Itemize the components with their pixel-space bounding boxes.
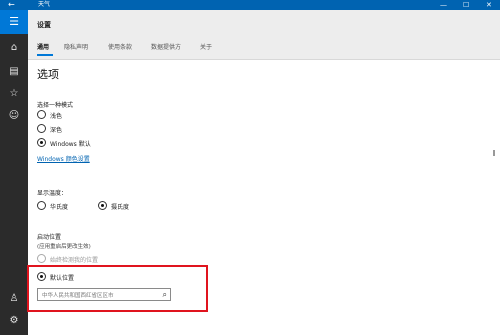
hamburger-icon[interactable]: ☰: [0, 10, 28, 34]
nav-rail: ☰ ⌂ ▤ ☆ ☺ ♙ ⚙: [0, 10, 28, 335]
mode-label: 选择一种模式: [37, 102, 74, 109]
startup-location-hint: (应用重启后更改生效): [37, 244, 91, 250]
home-icon[interactable]: ⌂: [0, 40, 28, 56]
minimize-icon[interactable]: —: [440, 0, 447, 10]
radio-label: 始终检测我的位置: [50, 257, 99, 264]
radio-circle: [37, 124, 46, 133]
radio-label: 浅色: [50, 113, 63, 120]
settings-title: 设置: [37, 21, 51, 29]
active-tab-indicator: [37, 54, 53, 56]
star-icon[interactable]: ☆: [0, 86, 28, 102]
windows-color-settings-link[interactable]: Windows 颜色设置: [37, 154, 90, 163]
radio-circle-selected: [98, 201, 107, 210]
tab-about[interactable]: 关于: [200, 42, 212, 51]
close-icon[interactable]: ✕: [486, 0, 492, 10]
radio-circle: [37, 110, 46, 119]
window-title: 天气: [38, 1, 51, 8]
tab-general[interactable]: 通用: [37, 42, 49, 51]
radio-label: 深色: [50, 127, 63, 134]
scrollbar-thumb[interactable]: [493, 150, 495, 156]
radio-label: 华氏度: [50, 204, 69, 211]
settings-header: 设置 通用 隐私声明 使用条款 数据提供方 关于: [28, 10, 500, 60]
tab-privacy[interactable]: 隐私声明: [64, 42, 88, 51]
smile-icon[interactable]: ☺: [0, 108, 28, 124]
radio-circle: [37, 254, 46, 263]
back-arrow-icon[interactable]: ←: [8, 0, 15, 10]
radio-label: Windows 默认: [50, 141, 91, 148]
maximize-icon[interactable]: ☐: [463, 0, 469, 10]
radio-circle: [37, 201, 46, 210]
gear-icon[interactable]: ⚙: [0, 313, 28, 329]
tab-data-provider[interactable]: 数据提供方: [151, 42, 181, 51]
page-title: 选项: [37, 68, 59, 81]
temperature-label: 显示温度：: [37, 190, 68, 197]
account-icon[interactable]: ♙: [0, 291, 28, 307]
tab-terms[interactable]: 使用条款: [108, 42, 132, 51]
startup-location-label: 启动位置: [37, 234, 62, 241]
news-icon[interactable]: ▤: [0, 64, 28, 80]
radio-circle-selected: [37, 138, 46, 147]
radio-label: 摄氏度: [111, 204, 130, 211]
title-bar: ← 天气 — ☐ ✕: [0, 0, 500, 10]
highlight-box: [27, 265, 208, 312]
